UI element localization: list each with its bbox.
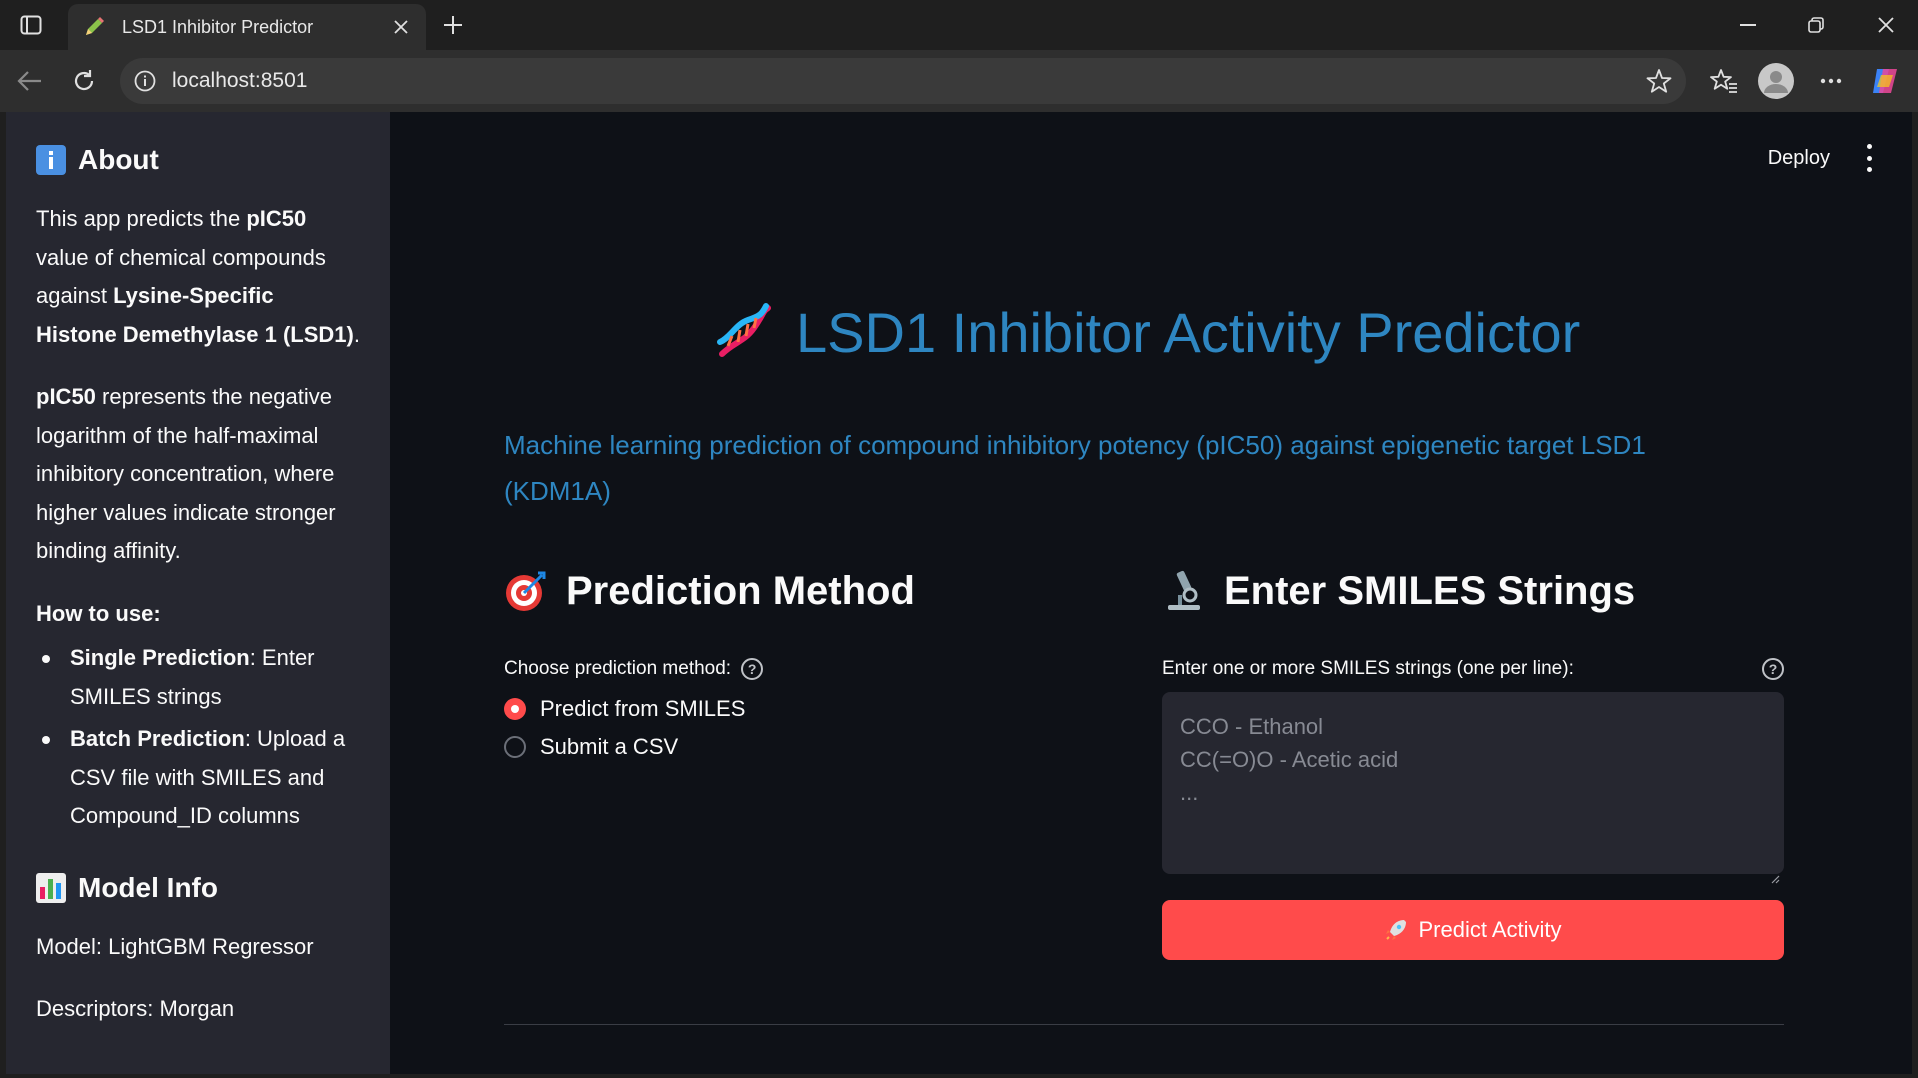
step-title: Batch Prediction: [70, 726, 245, 751]
model-info-heading: Model Info: [36, 870, 360, 906]
favorite-star-icon[interactable]: [1644, 66, 1674, 96]
predict-activity-button[interactable]: Predict Activity: [1162, 900, 1784, 960]
minimize-icon[interactable]: [1718, 6, 1778, 44]
pencil-favicon-icon: [82, 15, 106, 39]
text-run: .: [353, 321, 360, 347]
deploy-button[interactable]: Deploy: [1768, 142, 1830, 174]
app-viewport: About This app predicts the pIC50 value …: [6, 112, 1912, 1074]
tab-title: LSD1 Inhibitor Predictor: [122, 16, 314, 37]
subtitle: Machine learning prediction of compound …: [504, 430, 1646, 506]
sidebar: About This app predicts the pIC50 value …: [6, 112, 390, 1074]
bold-text: pIC50: [246, 206, 307, 231]
placeholder-line: CCO - Ethanol: [1180, 714, 1324, 739]
smiles-textarea[interactable]: CCO - Ethanol CC(=O)O - Acetic acid ...: [1162, 692, 1784, 884]
new-tab-icon[interactable]: [438, 10, 468, 40]
reload-icon[interactable]: [67, 64, 101, 98]
restore-icon[interactable]: [1786, 6, 1846, 44]
about-paragraph-1: This app predicts the pIC50 value of che…: [36, 200, 360, 354]
radio-option-smiles[interactable]: Predict from SMILES: [504, 690, 1104, 728]
how-to-use-heading: How to use:: [36, 600, 161, 626]
placeholder-line: CC(=O)O - Acetic acid: [1180, 747, 1399, 772]
bold-text: pIC50: [36, 384, 96, 409]
close-window-icon[interactable]: [1856, 6, 1916, 44]
page-title: LSD1 Inhibitor Activity Predictor: [714, 292, 1580, 372]
help-icon[interactable]: ?: [741, 658, 764, 680]
resize-handle-icon[interactable]: [1770, 860, 1780, 884]
text-run: represents the negative logarithm of the…: [36, 384, 336, 563]
favorites-icon[interactable]: [1707, 64, 1741, 98]
radio-option-csv[interactable]: Submit a CSV: [504, 728, 1104, 766]
close-tab-icon[interactable]: [390, 16, 412, 38]
microscope-icon: [1162, 569, 1206, 613]
radio-selected-indicator[interactable]: [504, 698, 526, 720]
site-info-icon[interactable]: [134, 70, 156, 92]
rocket-icon: [1384, 918, 1408, 942]
address-bar[interactable]: localhost:8501: [120, 58, 1686, 104]
list-item: Single Prediction: Enter SMILES strings: [36, 639, 360, 716]
prediction-method-heading: Prediction Method: [504, 566, 1104, 616]
how-to-use-list: Single Prediction: Enter SMILES strings B…: [36, 639, 360, 836]
dna-icon: [714, 302, 774, 362]
radio-unselected-indicator[interactable]: [504, 736, 526, 758]
descriptors-text: Descriptors: Morgan: [36, 996, 235, 1021]
target-icon: [504, 569, 548, 613]
help-icon[interactable]: ?: [1762, 658, 1784, 680]
more-options-icon[interactable]: [1814, 64, 1848, 98]
model-text: Model: LightGBM Regressor: [36, 933, 314, 959]
browser-tab-bar: LSD1 Inhibitor Predictor: [0, 0, 1918, 50]
main-menu-icon[interactable]: [1864, 144, 1874, 172]
method-label: Choose prediction method: ?: [504, 654, 1104, 684]
text-run: This app predicts the: [36, 206, 247, 231]
browser-nav-bar: localhost:8501: [0, 50, 1918, 112]
title-text: LSD1 Inhibitor Activity Predictor: [796, 300, 1581, 364]
main-content: Deploy LSD1 Inhibitor Activity Predictor…: [390, 112, 1912, 1074]
smiles-label: Enter one or more SMILES strings (one pe…: [1162, 654, 1784, 684]
tab-actions-icon[interactable]: [14, 10, 48, 40]
smiles-heading: Enter SMILES Strings: [1162, 566, 1784, 616]
method-radio-group: Predict from SMILES Submit a CSV: [504, 690, 1104, 766]
info-icon: [36, 145, 66, 175]
smiles-input-column: Enter SMILES Strings Enter one or more S…: [1162, 566, 1784, 960]
about-paragraph-2: pIC50 represents the negative logarithm …: [36, 378, 360, 571]
back-icon[interactable]: [13, 64, 47, 98]
profile-avatar-icon[interactable]: [1758, 63, 1794, 99]
browser-tab[interactable]: LSD1 Inhibitor Predictor: [68, 4, 426, 50]
divider: [504, 1024, 1784, 1025]
list-item: Batch Prediction: Upload a CSV file with…: [36, 720, 360, 836]
step-title: Single Prediction: [70, 645, 250, 670]
placeholder-line: ...: [1180, 780, 1199, 805]
bar-chart-icon: [36, 872, 66, 903]
url-text: localhost:8501: [172, 69, 308, 92]
about-heading: About: [36, 142, 360, 178]
copilot-icon[interactable]: [1868, 64, 1902, 98]
prediction-method-column: Prediction Method Choose prediction meth…: [504, 566, 1104, 766]
